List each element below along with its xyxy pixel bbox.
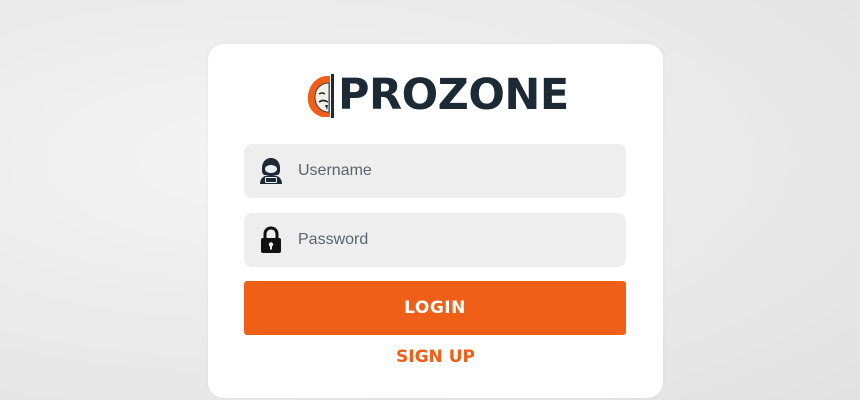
username-field[interactable]: [244, 144, 626, 198]
password-input[interactable]: [298, 225, 598, 255]
brand-logo: PROZONE: [306, 68, 569, 122]
hooded-user-icon: [260, 158, 282, 184]
masked-hacker-logo-icon: [307, 74, 334, 118]
brand-name: PROZONE: [338, 70, 569, 120]
password-field[interactable]: [244, 213, 626, 267]
login-card: PROZONE LOGIN SIGN UP: [208, 44, 663, 398]
login-button[interactable]: LOGIN: [244, 281, 626, 335]
username-input[interactable]: [298, 156, 598, 186]
lock-icon: [261, 226, 281, 253]
signup-link[interactable]: SIGN UP: [208, 347, 663, 367]
